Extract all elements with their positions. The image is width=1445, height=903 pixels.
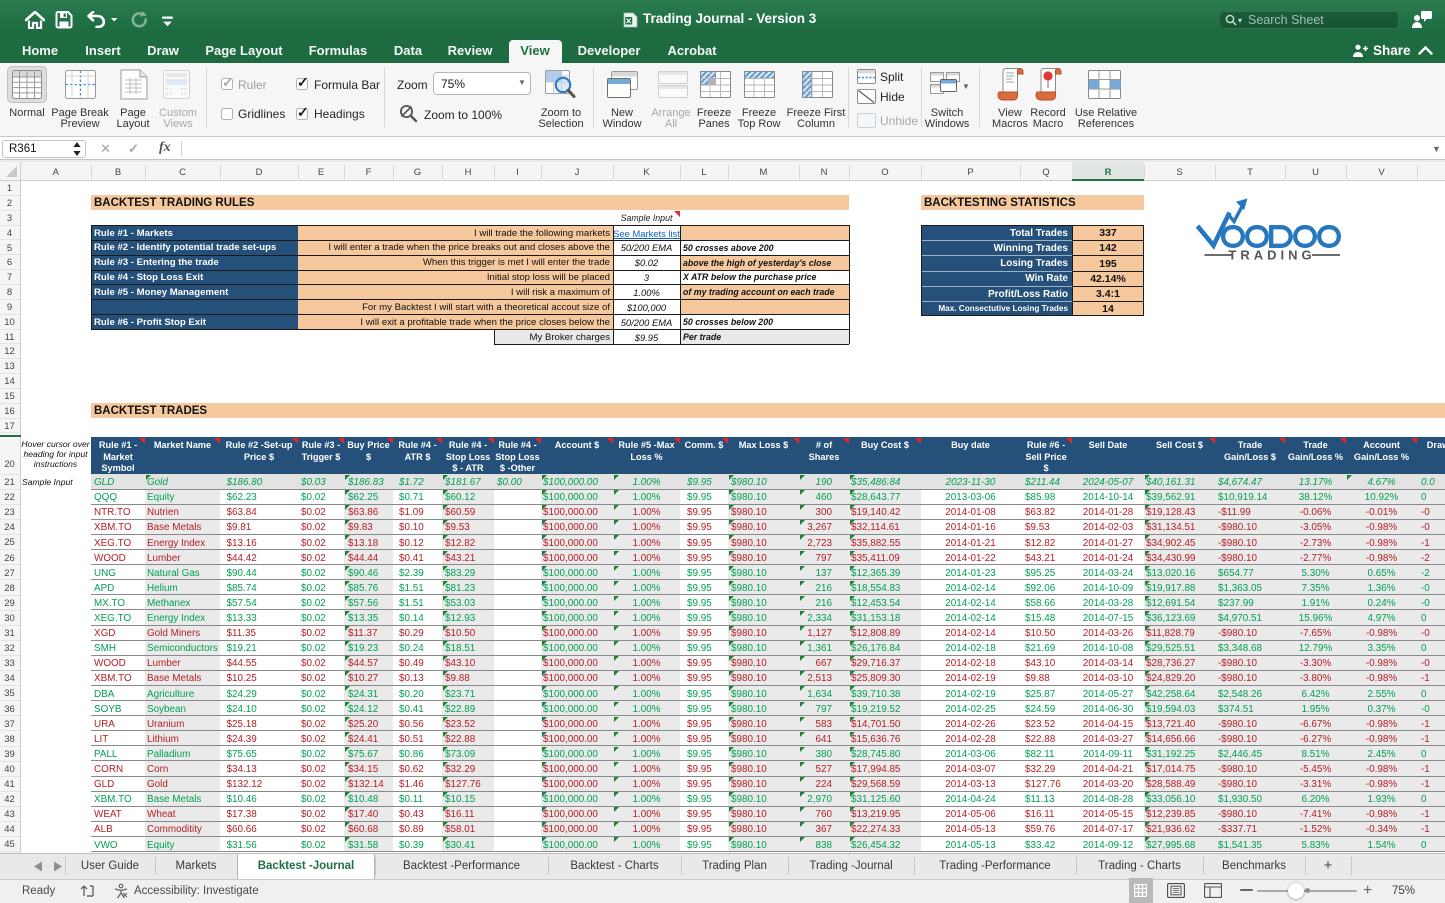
svg-text:TRADING: TRADING <box>1228 248 1315 263</box>
